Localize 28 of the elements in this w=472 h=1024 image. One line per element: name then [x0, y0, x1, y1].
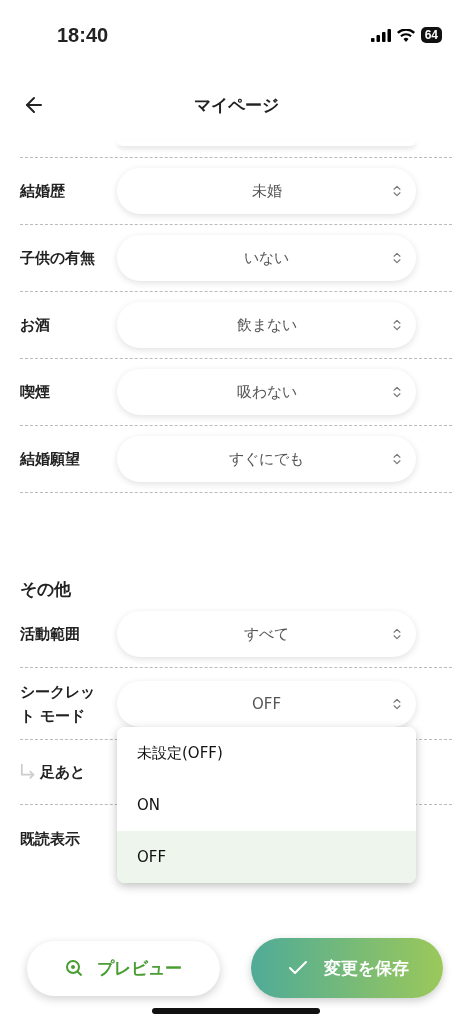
select-field[interactable]: すべて [117, 611, 416, 657]
section-title: その他 [20, 578, 72, 601]
select-field[interactable]: OFF [117, 680, 416, 727]
field-label: 結婚願望 [20, 449, 81, 470]
page-title: マイページ [193, 93, 279, 117]
field-label: お酒 [20, 315, 51, 336]
field-label: 足あと [40, 762, 87, 783]
select-field[interactable]: すぐにでも [117, 436, 416, 482]
dropdown-option[interactable]: OFF [117, 831, 416, 883]
field-label: 子供の有無 [20, 248, 96, 269]
status-time: 18:40 [57, 23, 109, 47]
indent-arrow-icon [20, 762, 37, 782]
field-label: 既読表示 [20, 829, 81, 850]
select-field[interactable]: 飲まない [117, 302, 416, 348]
signal-icon [370, 28, 391, 42]
magnifier-icon [65, 959, 83, 977]
wifi-icon [396, 28, 415, 42]
field-label: シークレット モード [20, 681, 96, 727]
field-label: 活動範囲 [20, 624, 81, 645]
select-field[interactable]: 未婚 [117, 168, 416, 214]
dropdown-option[interactable]: ON [117, 779, 416, 831]
battery-level: 64 [420, 27, 442, 43]
select-field[interactable]: 吸わない [117, 369, 416, 415]
field-label: 結婚歴 [20, 181, 66, 202]
field-label: 喫煙 [20, 382, 51, 403]
up-down-chevron-icon [390, 251, 404, 265]
dropdown-option[interactable]: 未設定(OFF) [117, 727, 416, 779]
select-field[interactable]: いない [117, 235, 416, 281]
